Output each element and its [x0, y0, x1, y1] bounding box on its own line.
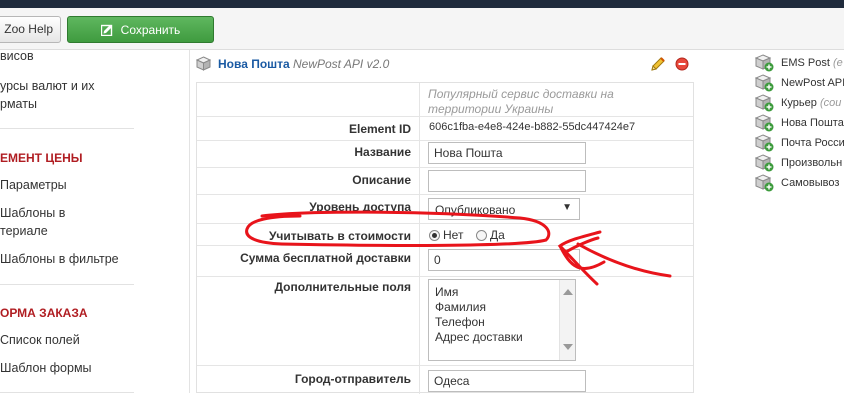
- cube-add-icon: [755, 154, 774, 172]
- zoo-help-button[interactable]: Zoo Help: [0, 16, 61, 43]
- nav-item-templates-material[interactable]: Шаблоны в: [0, 203, 65, 223]
- row-divider: [197, 223, 693, 224]
- nav-item-currencies[interactable]: урсы валют и их: [0, 76, 95, 96]
- listbox-scrollbar[interactable]: [559, 280, 575, 360]
- nav-divider: [0, 284, 134, 285]
- toolbar: Zoo Help Сохранить: [0, 8, 844, 50]
- element-id-value: 606c1fba-e4e8-424e-b882-55dc447424e7: [429, 121, 636, 133]
- nav-item-templates-material-line2[interactable]: териале: [0, 221, 48, 241]
- radio-unchecked-icon: [476, 229, 487, 241]
- radio-no-label: Нет: [443, 228, 464, 242]
- nav-heading-price-element: ЕМЕНТ ЦЕНЫ: [0, 151, 83, 165]
- nav-item-templates-filter[interactable]: Шаблоны в фильтре: [0, 249, 119, 269]
- cube-add-icon: [755, 74, 774, 92]
- sender-city-input[interactable]: [428, 370, 586, 392]
- row-divider: [197, 167, 693, 168]
- scroll-down-icon[interactable]: [563, 344, 573, 350]
- delivery-element-label: Произвольн: [781, 157, 843, 169]
- nav-item-services[interactable]: висов: [0, 46, 34, 66]
- free-delivery-amount-input[interactable]: [428, 249, 580, 271]
- cube-add-icon: [755, 54, 774, 72]
- nav-heading-order-form: ОРМА ЗАКАЗА: [0, 306, 88, 320]
- list-item[interactable]: Адрес доставки: [435, 330, 523, 344]
- pencil-icon[interactable]: [649, 56, 666, 73]
- form-column-divider: [419, 83, 420, 394]
- name-input[interactable]: [428, 142, 586, 164]
- nav-divider: [0, 128, 134, 129]
- nav-item-field-list[interactable]: Список полей: [0, 330, 80, 350]
- delivery-element-label: Курьер (cou: [781, 97, 842, 109]
- element-description: Популярный сервис доставки на территории…: [428, 87, 614, 116]
- chevron-down-icon: ▼: [562, 202, 572, 213]
- cube-add-icon: [755, 114, 774, 132]
- row-divider: [197, 116, 693, 117]
- extra-fields-label: Дополнительные поля: [274, 280, 411, 294]
- radio-checked-icon: [429, 229, 440, 241]
- scroll-up-icon[interactable]: [563, 289, 573, 295]
- row-divider: [197, 276, 693, 277]
- minus-circle-icon[interactable]: [675, 57, 689, 71]
- sender-city-label: Город-отправитель: [294, 372, 411, 386]
- row-divider: [197, 245, 693, 246]
- access-level-value: Опубликовано: [435, 203, 516, 217]
- save-button-label: Сохранить: [120, 22, 181, 37]
- access-level-select[interactable]: Опубликовано ▼: [428, 198, 580, 220]
- cube-icon: [196, 56, 211, 71]
- element-form: Популярный сервис доставки на территории…: [196, 82, 694, 394]
- save-icon: [100, 24, 112, 36]
- description-input[interactable]: [428, 170, 586, 192]
- list-item[interactable]: Телефон: [435, 315, 485, 329]
- include-in-cost-yes-radio[interactable]: Да: [476, 228, 505, 242]
- cube-add-icon: [755, 134, 774, 152]
- row-divider: [197, 365, 693, 366]
- element-id-label: Element ID: [348, 122, 411, 136]
- include-in-cost-no-radio[interactable]: Нет: [429, 228, 463, 242]
- radio-yes-label: Да: [490, 228, 505, 242]
- delivery-element-label: Нова Пошта: [781, 117, 844, 129]
- element-header[interactable]: Нова Пошта NewPost API v2.0: [190, 50, 702, 78]
- include-in-cost-label: Учитывать в стоимости: [268, 229, 411, 243]
- nav-item-currencies-line2[interactable]: рматы: [0, 94, 37, 114]
- row-divider: [197, 140, 693, 141]
- element-subtitle: NewPost API v2.0: [293, 57, 390, 71]
- description-label: Описание: [352, 173, 411, 187]
- nav-item-form-template[interactable]: Шаблон формы: [0, 358, 92, 378]
- list-item[interactable]: Фамилия: [435, 300, 486, 314]
- access-level-label: Уровень доступа: [309, 200, 411, 214]
- delivery-element-label: NewPost API: [781, 77, 844, 89]
- element-panel: Нова Пошта NewPost API v2.0 Популярный с…: [189, 50, 702, 394]
- delivery-element-label: EMS Post (e: [781, 57, 843, 69]
- delivery-element-label: Почта Росси: [781, 137, 844, 149]
- name-label: Название: [354, 145, 411, 159]
- cube-add-icon: [755, 94, 774, 112]
- list-item[interactable]: Имя: [435, 285, 458, 299]
- row-divider: [197, 194, 693, 195]
- extra-fields-listbox[interactable]: Имя Фамилия Телефон Адрес доставки: [428, 279, 576, 361]
- delivery-element-label: Самовывоз: [781, 177, 840, 189]
- free-delivery-amount-label: Сумма бесплатной доставки: [240, 251, 411, 265]
- cube-add-icon: [755, 174, 774, 192]
- save-button[interactable]: Сохранить: [67, 16, 214, 43]
- element-title: Нова Пошта: [218, 57, 290, 71]
- top-bar: [0, 0, 844, 8]
- nav-item-parameters[interactable]: Параметры: [0, 175, 67, 195]
